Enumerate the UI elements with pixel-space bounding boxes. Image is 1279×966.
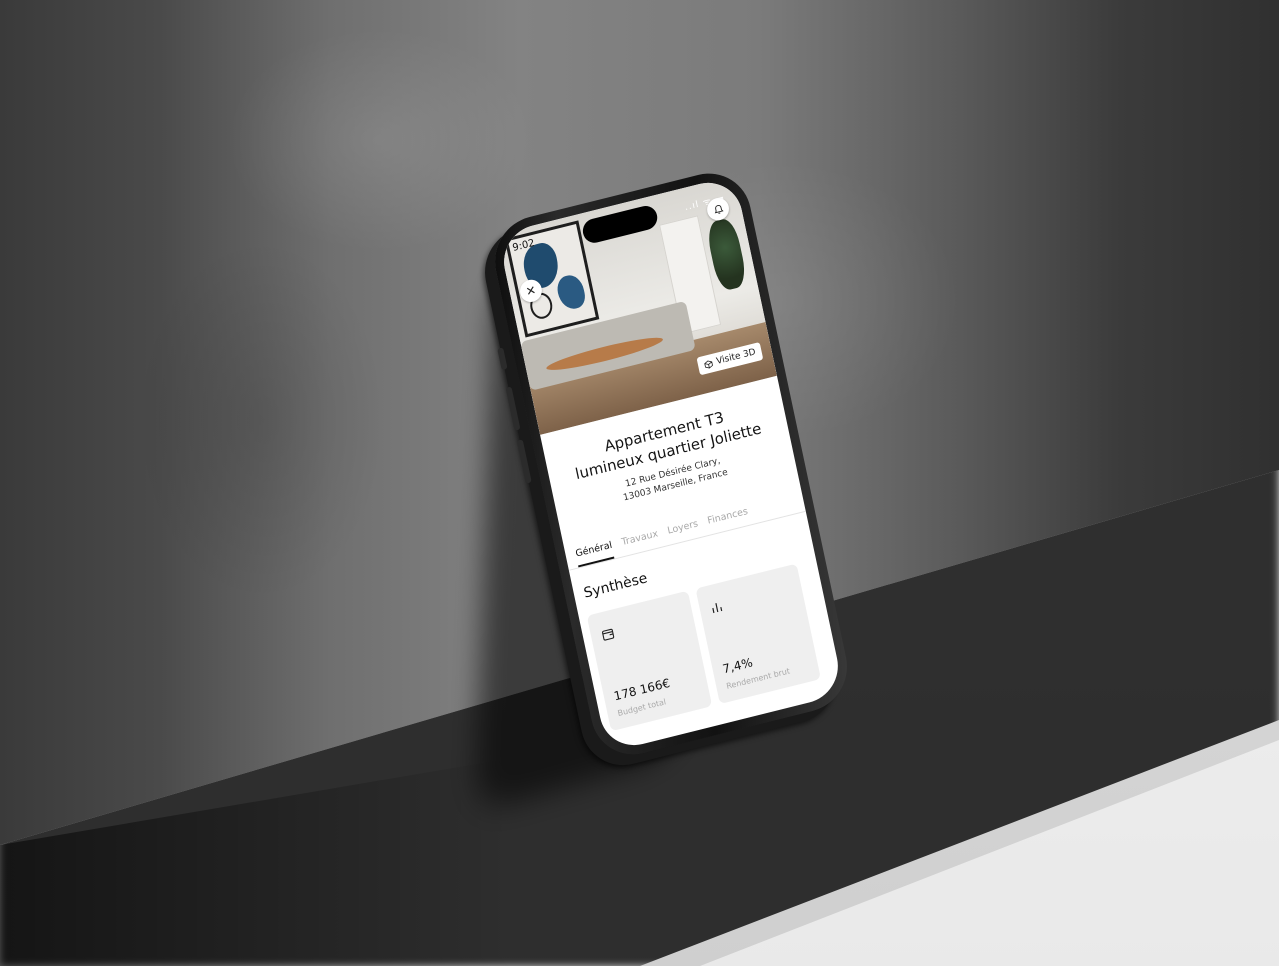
tab-finances[interactable]: Finances [705, 500, 750, 534]
wallet-icon [602, 628, 615, 641]
tab-loyers[interactable]: Loyers [665, 512, 701, 544]
cube-icon [703, 360, 713, 369]
bell-icon [714, 204, 724, 214]
close-icon: ✕ [524, 282, 538, 299]
tab-general[interactable]: Général [573, 533, 615, 568]
scene: 9:02 ..ıl ᯤ ▬ ✕ Visite 3D Appartement T3… [0, 0, 1279, 966]
yield-value: 7,4% [721, 655, 754, 677]
yield-card[interactable]: 7,4% Rendement brut [695, 563, 821, 705]
painting-shape [554, 272, 588, 312]
budget-card[interactable]: 178 166€ Budget total [586, 590, 713, 732]
tab-travaux[interactable]: Travaux [619, 522, 660, 555]
dynamic-island [580, 203, 660, 246]
bar-chart-icon [712, 603, 723, 614]
section-title: Synthèse [582, 570, 649, 602]
